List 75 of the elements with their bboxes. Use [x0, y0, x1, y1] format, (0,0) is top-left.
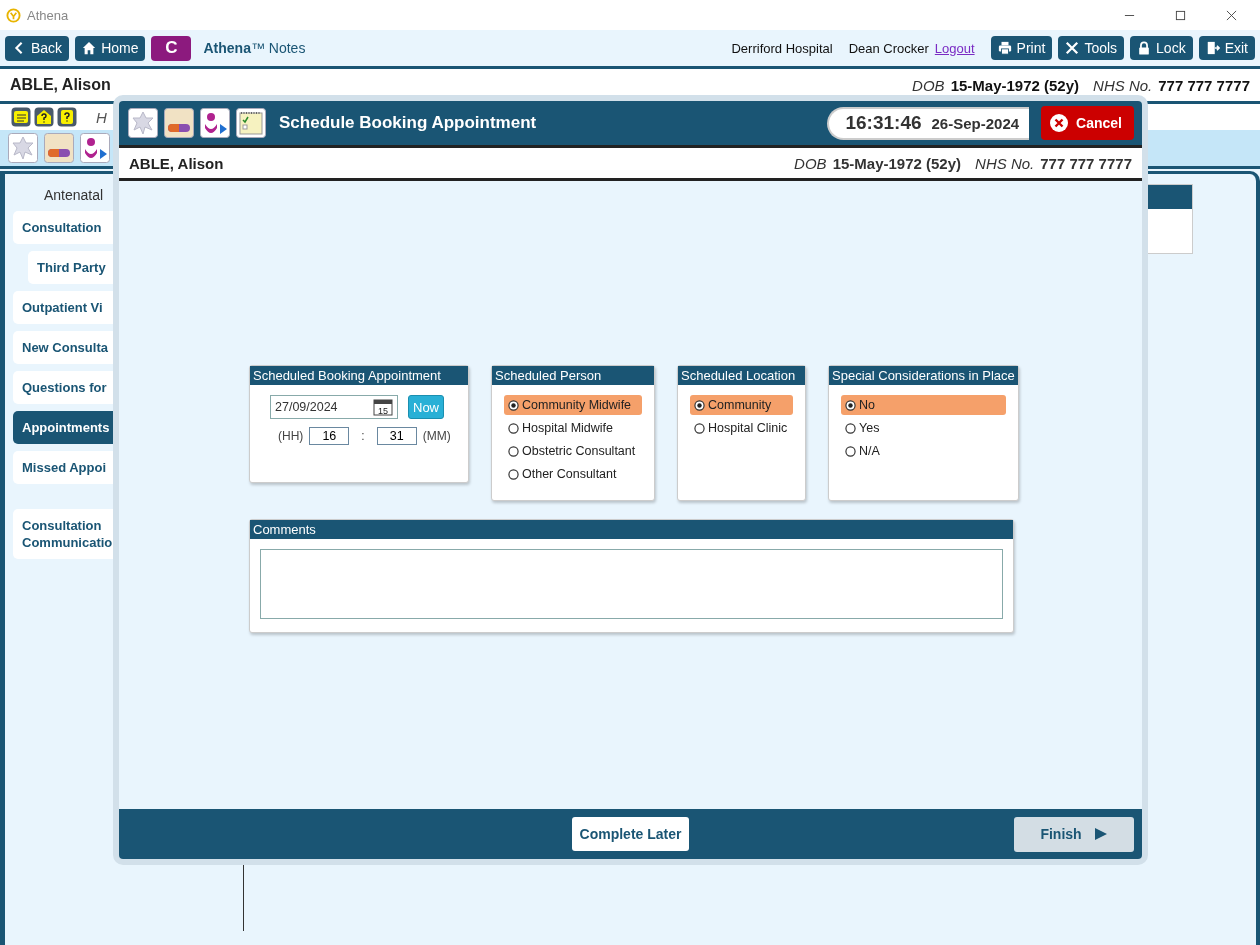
lock-icon — [1137, 41, 1152, 55]
radio-option[interactable]: Yes — [841, 418, 1006, 438]
nhs-value: 777 777 7777 — [1040, 154, 1132, 172]
radio-option[interactable]: Community Midwife — [504, 395, 642, 415]
complete-later-button[interactable]: Complete Later — [571, 817, 690, 851]
minutes-field[interactable]: 31 — [376, 427, 417, 445]
home-button[interactable]: Home — [75, 35, 146, 61]
panel-title: Scheduled Location — [678, 366, 805, 385]
panel-title: Comments — [250, 520, 1013, 539]
dob-value: 15-May-1972 (52y) — [832, 154, 962, 172]
c-button[interactable]: C — [151, 35, 192, 61]
print-button[interactable]: Print — [990, 36, 1053, 60]
radio-option[interactable]: Other Consultant — [504, 464, 642, 484]
back-button[interactable]: Back — [5, 35, 70, 61]
exit-door-icon — [1205, 41, 1220, 55]
radio-option[interactable]: Obstetric Consultant — [504, 441, 642, 461]
window-title: Athena — [27, 7, 69, 23]
close-circle-icon — [1049, 113, 1070, 133]
radio-icon — [508, 422, 519, 434]
pill-icon[interactable] — [163, 108, 195, 138]
nhs-value: 777 777 7777 — [1158, 76, 1250, 94]
radio-icon — [694, 399, 705, 411]
app-logo-icon — [6, 7, 21, 23]
user-name: Dean Crocker — [848, 40, 929, 56]
patient-name: ABLE, Alison — [10, 76, 111, 94]
lock-button[interactable]: Lock — [1130, 36, 1193, 60]
radio-option[interactable]: No — [841, 395, 1006, 415]
alert-text: H — [96, 108, 107, 126]
clock-time: 16:31:46 — [845, 112, 922, 134]
cancel-button[interactable]: Cancel — [1041, 106, 1134, 140]
panel-title: Special Considerations in Place — [829, 366, 1018, 385]
house-question-icon[interactable] — [34, 107, 54, 127]
radio-option[interactable]: Community — [690, 395, 793, 415]
radio-option[interactable]: Hospital Clinic — [690, 418, 793, 438]
sidebar-heading: Antenatal — [43, 186, 105, 205]
radio-option[interactable]: N/A — [841, 441, 1006, 461]
play-arrow-icon — [1093, 827, 1108, 841]
radio-icon — [845, 445, 856, 457]
hours-field[interactable]: 16 — [309, 427, 350, 445]
minutes-label: (MM) — [422, 429, 451, 443]
dob-label: DOB — [794, 154, 827, 172]
radio-icon — [845, 422, 856, 434]
date-field[interactable]: 27/09/2024 15 — [270, 395, 398, 419]
dob-label: DOB — [912, 76, 945, 94]
print-icon — [997, 41, 1012, 55]
logout-link[interactable]: Logout — [934, 40, 975, 56]
clock-date: 26-Sep-2024 — [931, 114, 1020, 132]
patient-name: ABLE, Alison — [129, 154, 224, 172]
app-name: Athena™ Notes — [203, 40, 306, 56]
question-icon[interactable] — [57, 107, 77, 127]
exit-button[interactable]: Exit — [1198, 36, 1255, 60]
maximize-icon[interactable] — [1175, 9, 1186, 21]
dialog-title: Schedule Booking Appointment — [279, 113, 537, 133]
pill-icon[interactable] — [43, 133, 75, 163]
time-separator: : — [361, 429, 365, 443]
alert-list-icon[interactable] — [11, 107, 31, 127]
nhs-label: NHS No. — [1093, 76, 1153, 94]
nhs-label: NHS No. — [975, 154, 1035, 172]
hours-label: (HH) — [278, 429, 304, 443]
radio-option[interactable]: Hospital Midwife — [504, 418, 642, 438]
hospital-name: Derriford Hospital — [731, 40, 833, 56]
radio-icon — [508, 468, 519, 480]
notepad-icon[interactable] — [235, 108, 267, 138]
radio-icon — [694, 422, 705, 434]
comments-field[interactable] — [260, 549, 1003, 619]
dob-value: 15-May-1972 (52y) — [950, 76, 1080, 94]
close-icon[interactable] — [1226, 9, 1237, 21]
tools-button[interactable]: Tools — [1058, 36, 1125, 60]
radio-icon — [508, 399, 519, 411]
radio-icon — [845, 399, 856, 411]
panel-title: Scheduled Person — [492, 366, 654, 385]
radio-icon — [508, 445, 519, 457]
home-icon — [82, 41, 97, 55]
calendar-icon[interactable]: 15 — [373, 398, 393, 416]
panel-title: Scheduled Booking Appointment — [250, 366, 468, 385]
